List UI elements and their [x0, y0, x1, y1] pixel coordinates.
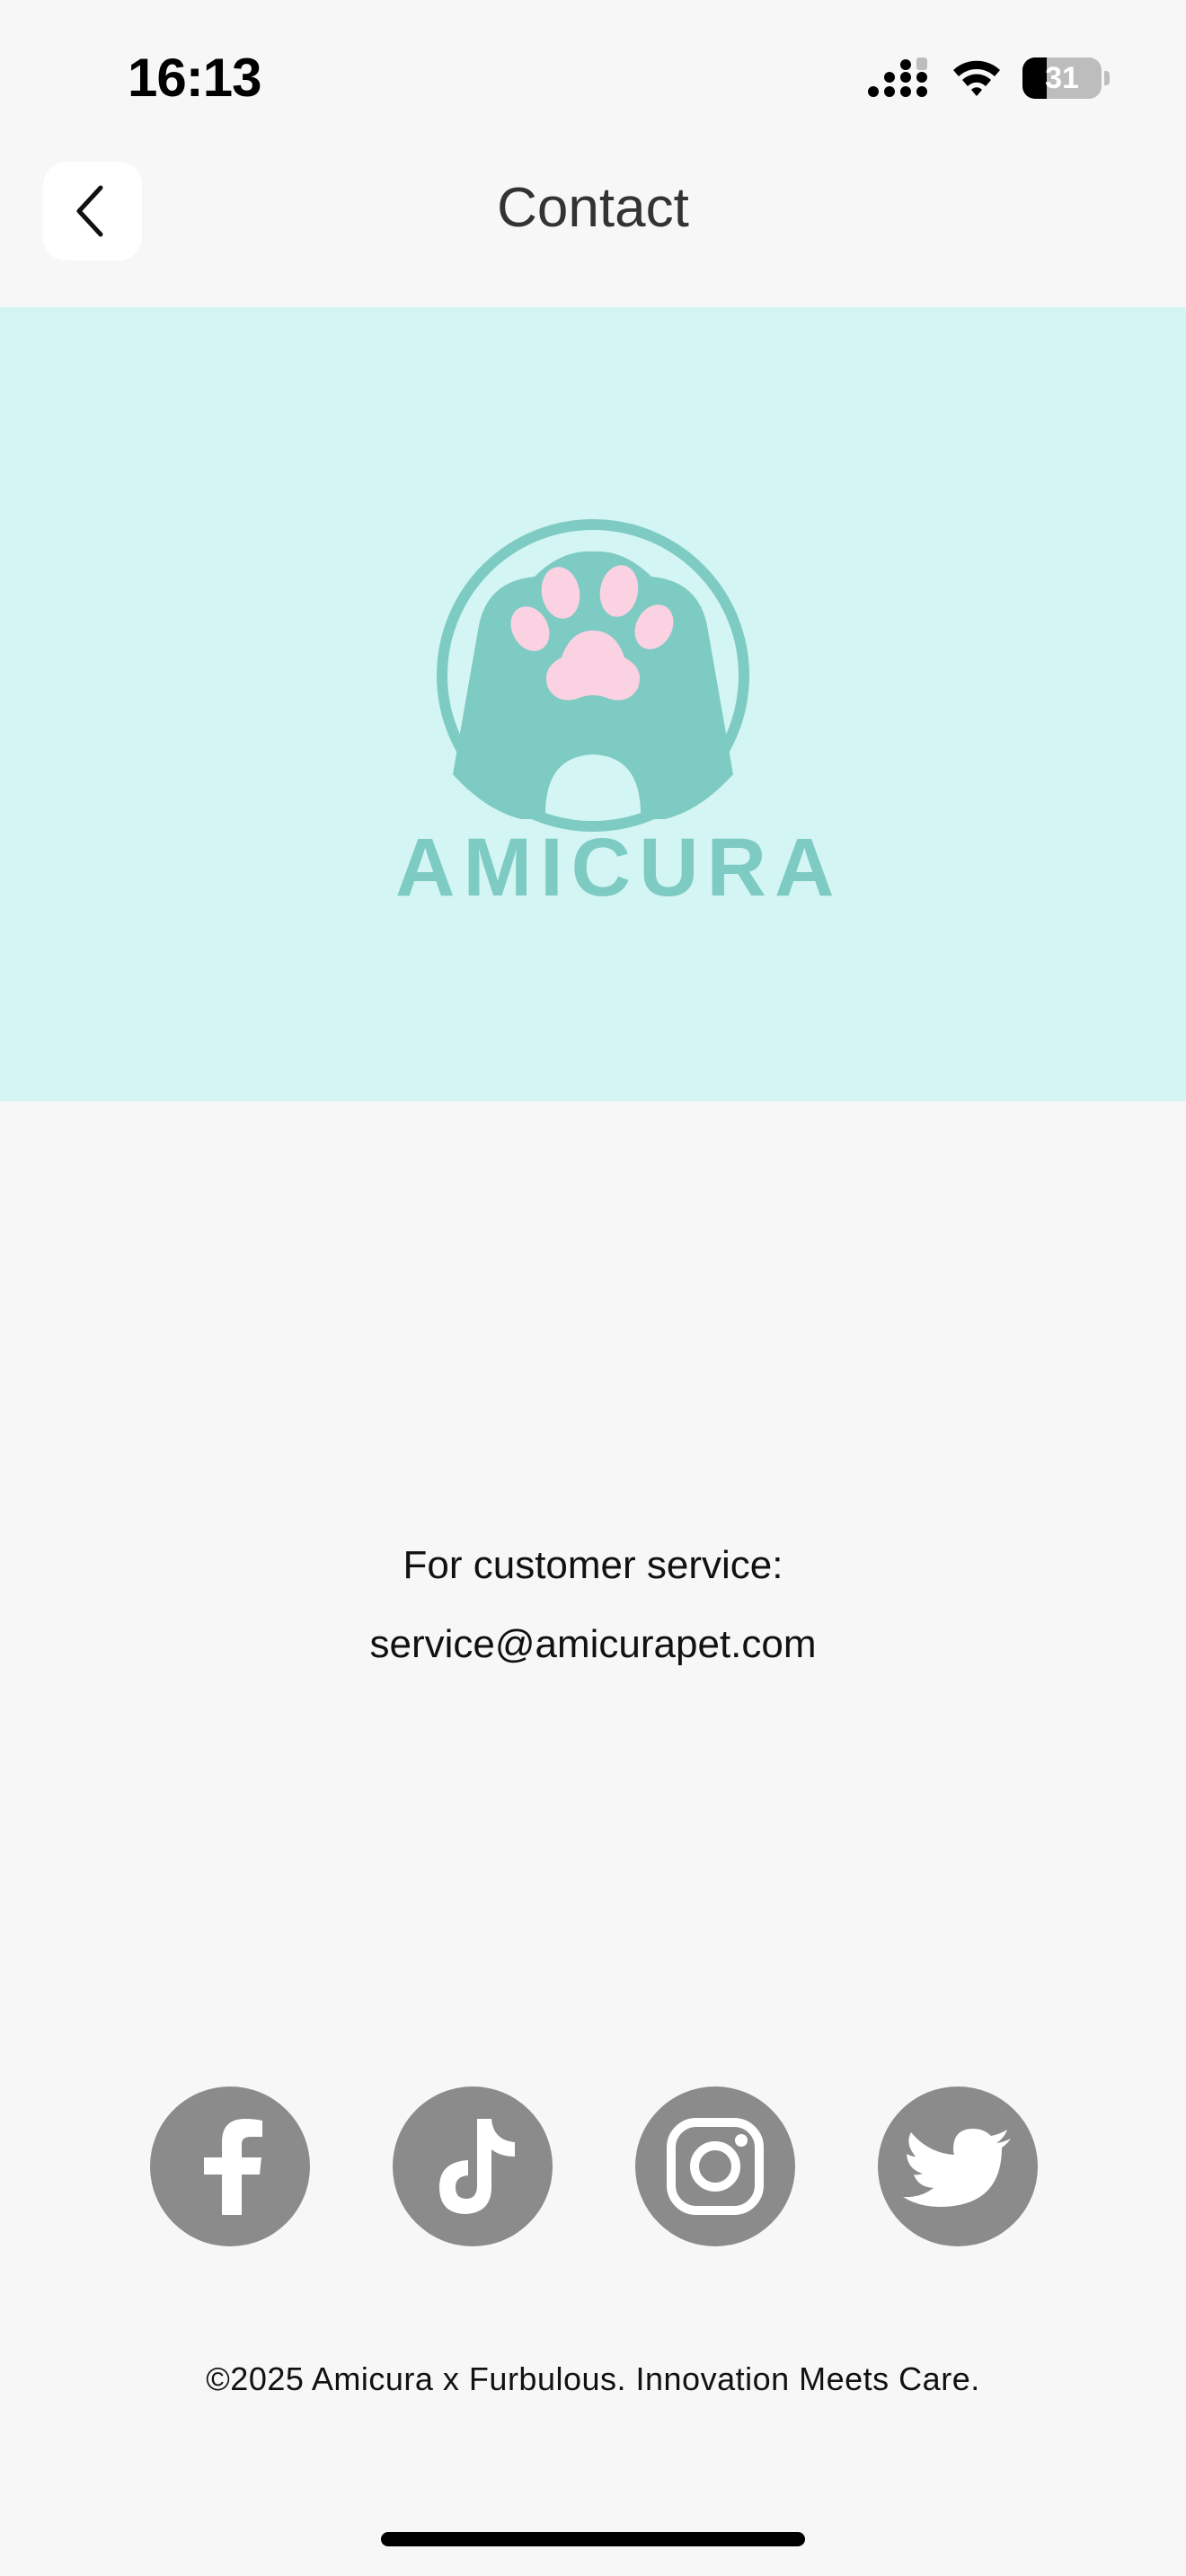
battery-icon: 31 — [1022, 57, 1110, 99]
social-links — [0, 2086, 1186, 2246]
customer-service-email[interactable]: service@amicurapet.com — [0, 1622, 1186, 1667]
hero-banner: AMICURA — [0, 307, 1186, 1101]
brand-name: AMICURA — [395, 822, 843, 913]
footer-copyright: ©2025 Amicura x Furbulous. Innovation Me… — [206, 2360, 980, 2397]
facebook-icon — [204, 2119, 262, 2215]
wifi-icon — [953, 60, 1000, 96]
status-time: 16:13 — [128, 48, 261, 108]
signal-icon — [868, 57, 927, 97]
customer-service-label: For customer service: — [403, 1543, 783, 1587]
nav-bar: Contact — [0, 153, 1186, 307]
tiktok-button[interactable] — [393, 2086, 553, 2246]
twitter-button[interactable] — [878, 2086, 1038, 2246]
home-indicator[interactable] — [381, 2532, 805, 2546]
instagram-icon — [667, 2118, 764, 2215]
instagram-button[interactable] — [635, 2086, 795, 2246]
battery-level-text: 31 — [1045, 61, 1079, 95]
amicura-paw-logo — [437, 519, 749, 832]
facebook-button[interactable] — [150, 2086, 310, 2246]
tiktok-icon — [439, 2119, 515, 2214]
status-bar: 16:13 31 — [0, 0, 1186, 153]
page-title: Contact — [497, 177, 689, 239]
twitter-icon — [903, 2129, 1011, 2207]
